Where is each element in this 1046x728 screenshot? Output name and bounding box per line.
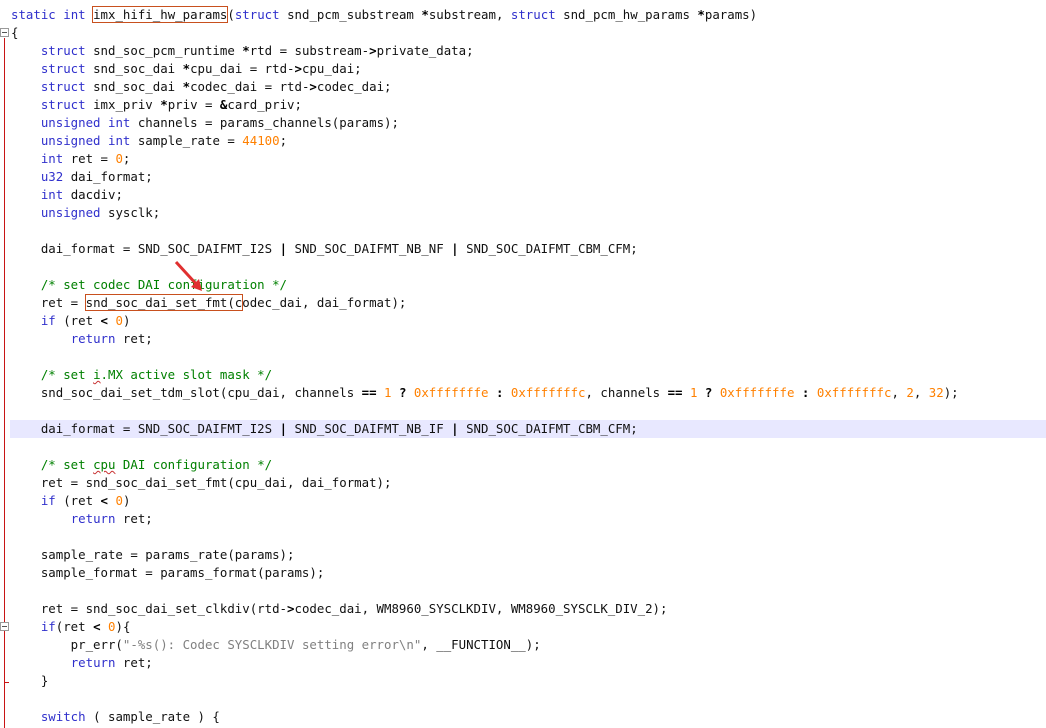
- code-line[interactable]: struct snd_soc_pcm_runtime *rtd = substr…: [11, 42, 1046, 60]
- code-line[interactable]: ret = snd_soc_dai_set_fmt(cpu_dai, dai_f…: [11, 474, 1046, 492]
- code-line[interactable]: static int imx_hifi_hw_params(struct snd…: [11, 6, 1046, 24]
- code-line[interactable]: u32 dai_format;: [11, 168, 1046, 186]
- code-line[interactable]: {: [11, 24, 1046, 42]
- code-line[interactable]: snd_soc_dai_set_tdm_slot(cpu_dai, channe…: [11, 384, 1046, 402]
- code-line[interactable]: int dacdiv;: [11, 186, 1046, 204]
- code-line[interactable]: [11, 222, 1046, 240]
- code-line[interactable]: struct snd_soc_dai *cpu_dai = rtd->cpu_d…: [11, 60, 1046, 78]
- code-line[interactable]: [11, 258, 1046, 276]
- annotation-arrow: [174, 260, 202, 291]
- code-line[interactable]: [11, 348, 1046, 366]
- code-area[interactable]: static int imx_hifi_hw_params(struct snd…: [10, 6, 1046, 726]
- code-line[interactable]: pr_err("-%s(): Codec SYSCLKDIV setting e…: [11, 636, 1046, 654]
- code-line[interactable]: [11, 402, 1046, 420]
- code-line[interactable]: unsigned int channels = params_channels(…: [11, 114, 1046, 132]
- code-line[interactable]: sample_rate = params_rate(params);: [11, 546, 1046, 564]
- code-line[interactable]: ret = snd_soc_dai_set_clkdiv(rtd->codec_…: [11, 600, 1046, 618]
- code-line[interactable]: [11, 690, 1046, 708]
- code-line[interactable]: [11, 438, 1046, 456]
- code-line[interactable]: ret = snd_soc_dai_set_fmt(codec_dai, dai…: [11, 294, 1046, 312]
- code-line[interactable]: int ret = 0;: [11, 150, 1046, 168]
- code-line[interactable]: if (ret < 0): [11, 312, 1046, 330]
- current-code-line[interactable]: dai_format = SND_SOC_DAIFMT_I2S | SND_SO…: [10, 420, 1046, 438]
- code-line[interactable]: [11, 528, 1046, 546]
- code-editor[interactable]: static int imx_hifi_hw_params(struct snd…: [0, 0, 1046, 728]
- fold-toggle-function[interactable]: [0, 28, 9, 37]
- code-line[interactable]: struct imx_priv *priv = &card_priv;: [11, 96, 1046, 114]
- code-line[interactable]: unsigned sysclk;: [11, 204, 1046, 222]
- code-line[interactable]: /* set cpu DAI configuration */: [11, 456, 1046, 474]
- code-line[interactable]: return ret;: [11, 510, 1046, 528]
- code-line[interactable]: switch ( sample_rate ) {: [11, 708, 1046, 726]
- fold-toggle-if-block[interactable]: [0, 622, 9, 631]
- code-line[interactable]: }: [11, 672, 1046, 690]
- fold-end-marker: [4, 682, 9, 683]
- code-line[interactable]: sample_format = params_format(params);: [11, 564, 1046, 582]
- code-line[interactable]: struct snd_soc_dai *codec_dai = rtd->cod…: [11, 78, 1046, 96]
- code-line[interactable]: if(ret < 0){: [11, 618, 1046, 636]
- code-line[interactable]: /* set codec DAI configuration */: [11, 276, 1046, 294]
- code-line[interactable]: return ret;: [11, 330, 1046, 348]
- code-line[interactable]: return ret;: [11, 654, 1046, 672]
- fold-gutter: [0, 0, 10, 728]
- code-line[interactable]: if (ret < 0): [11, 492, 1046, 510]
- code-line[interactable]: /* set i.MX active slot mask */: [11, 366, 1046, 384]
- code-line[interactable]: [11, 582, 1046, 600]
- code-line[interactable]: unsigned int sample_rate = 44100;: [11, 132, 1046, 150]
- code-line[interactable]: dai_format = SND_SOC_DAIFMT_I2S | SND_SO…: [11, 240, 1046, 258]
